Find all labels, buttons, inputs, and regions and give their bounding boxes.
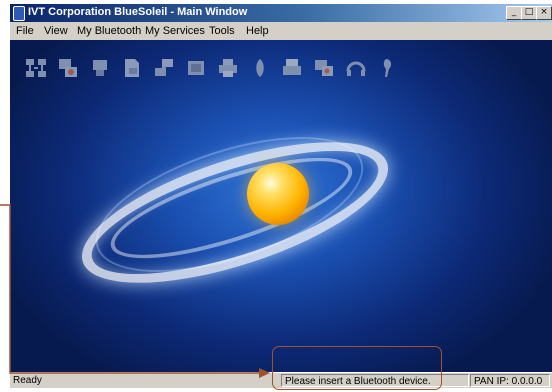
callout-highlight-box bbox=[272, 346, 442, 390]
callout-arrow bbox=[0, 204, 270, 378]
